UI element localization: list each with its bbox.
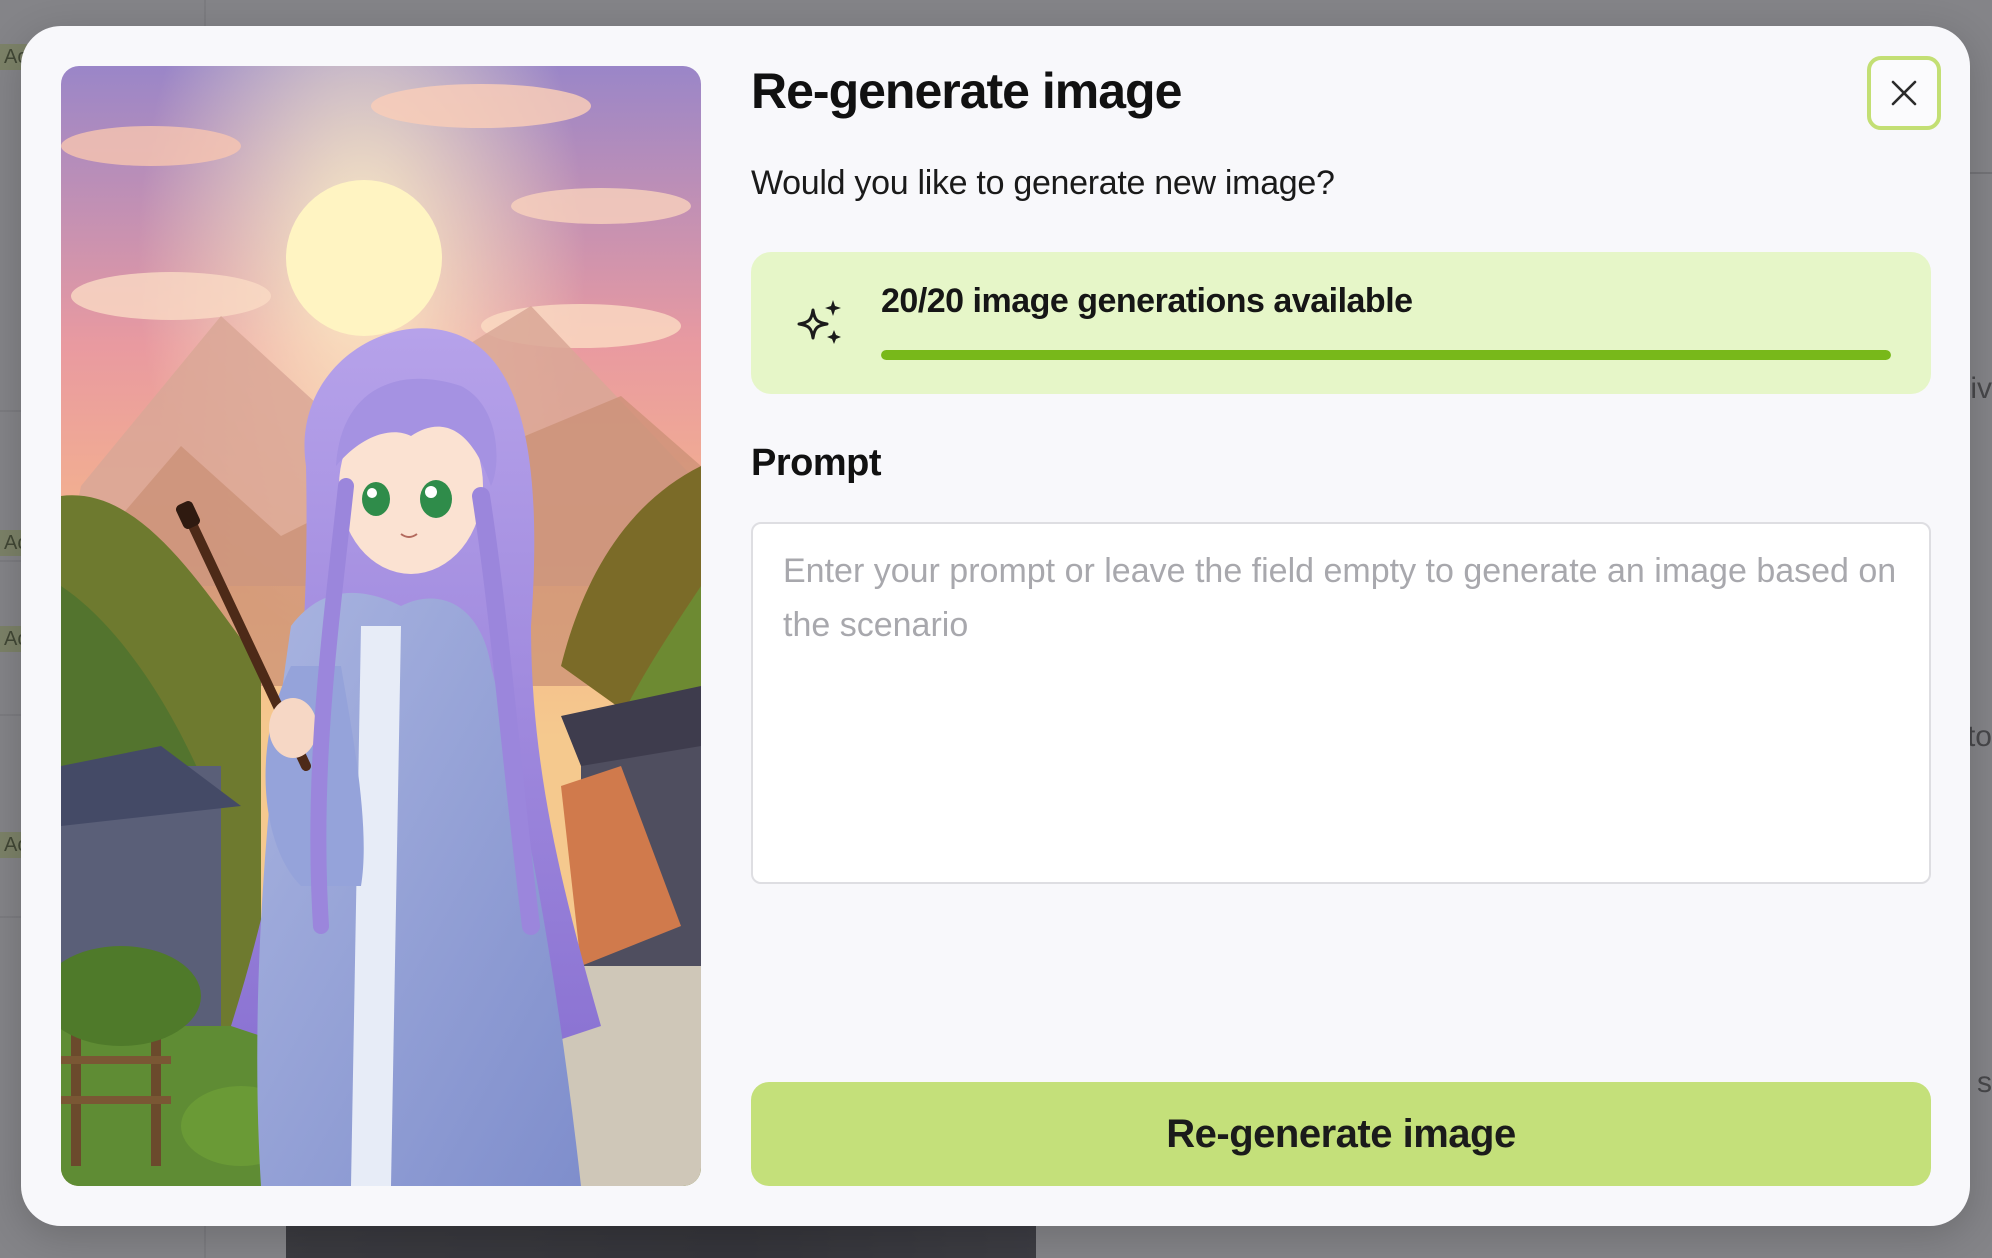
prompt-input[interactable] [751,522,1931,884]
dialog-title: Re-generate image [751,63,1182,119]
quota-progress-fill [881,350,1891,360]
regenerate-image-dialog: Re-generate image Would you like to gene… [21,26,1970,1226]
close-button[interactable] [1867,56,1941,130]
sparkles-icon [797,300,841,344]
generation-quota-card: 20/20 image generations available [751,252,1931,394]
close-icon [1891,80,1917,106]
quota-text: 20/20 image generations available [881,282,1413,320]
current-image [61,66,701,1186]
quota-progress-bar [881,350,1891,360]
regenerate-image-button[interactable]: Re-generate image [751,1082,1931,1186]
dialog-subtitle: Would you like to generate new image? [751,164,1335,202]
prompt-label: Prompt [751,442,882,484]
